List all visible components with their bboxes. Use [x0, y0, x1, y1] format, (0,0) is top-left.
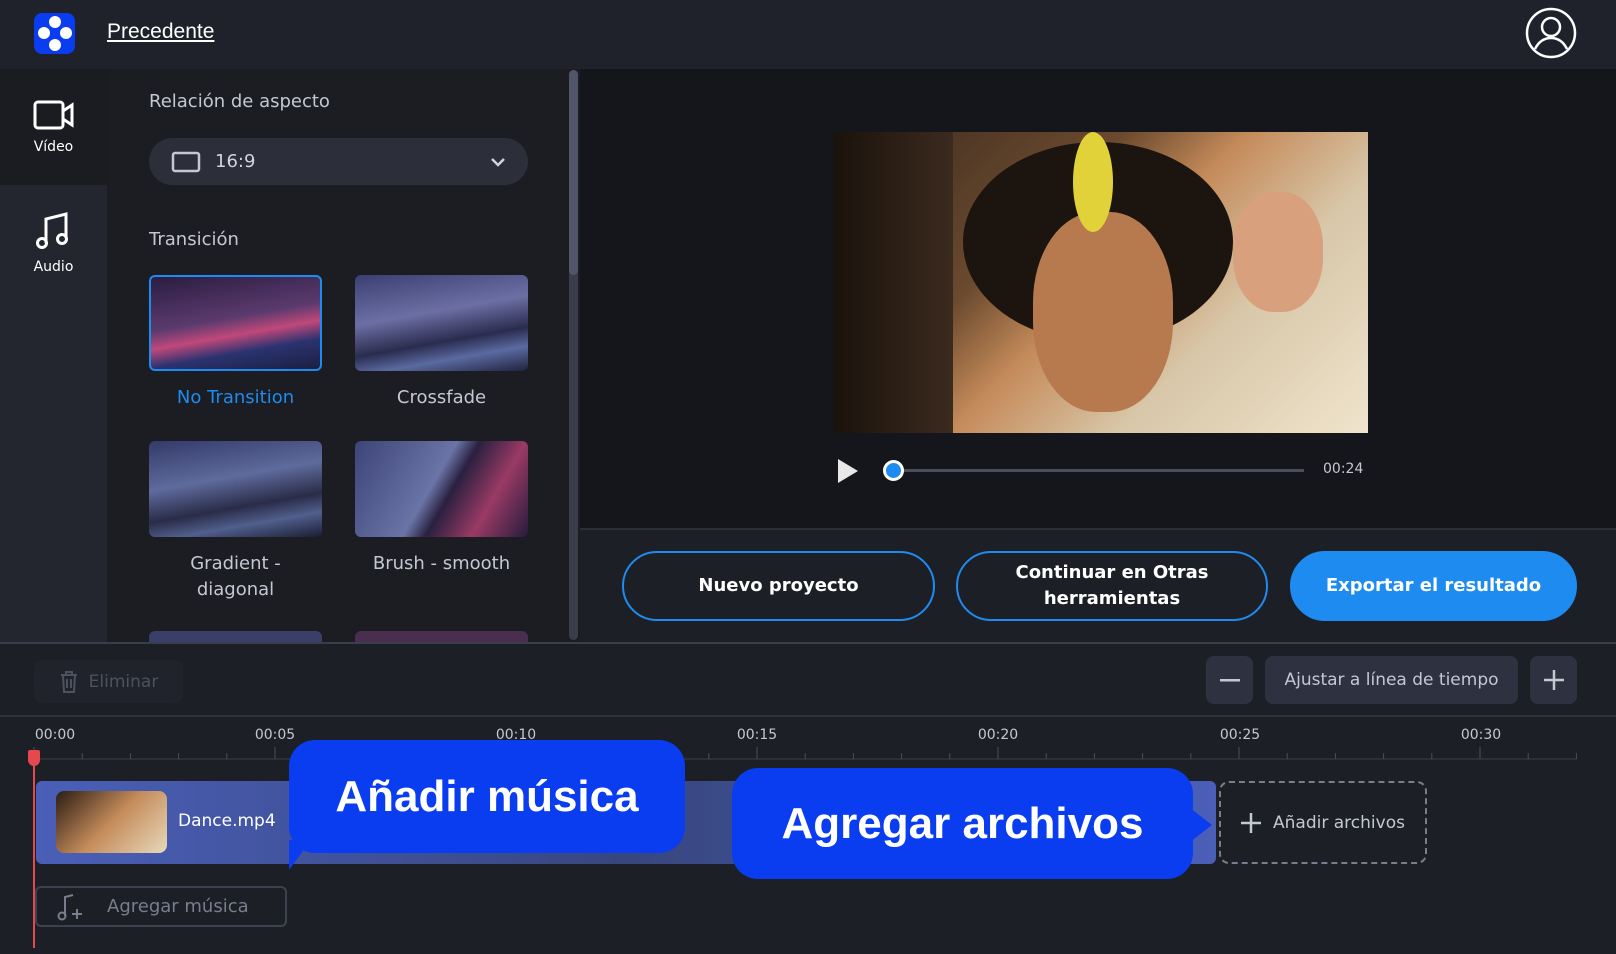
add-files-callout: Agregar archivos: [732, 768, 1193, 879]
transition-no-transition[interactable]: [149, 275, 322, 371]
nav-item-label: Vídeo: [33, 139, 74, 155]
plus-icon: [1241, 812, 1262, 833]
transition-label-brush-smooth: Brush - smooth: [372, 553, 511, 574]
music-add-icon: [57, 893, 82, 920]
ruler-label: 00:00: [34, 727, 76, 743]
ruler-label: 00:25: [1219, 727, 1261, 743]
back-link[interactable]: Precedente: [107, 20, 214, 44]
ruler-label: 00:30: [1460, 727, 1502, 743]
minus-icon: [1219, 679, 1240, 682]
aspect-ratio-label: Relación de aspecto: [149, 91, 330, 112]
transition-thumb-partial[interactable]: [149, 631, 322, 642]
user-avatar-icon[interactable]: [1525, 7, 1577, 59]
add-music-label: Agregar música: [107, 896, 249, 917]
seek-bar[interactable]: [893, 469, 1304, 472]
transition-thumb-partial[interactable]: [355, 631, 528, 642]
app-logo[interactable]: [34, 13, 75, 54]
new-project-button[interactable]: Nuevo proyecto: [622, 551, 935, 621]
transition-gradient-diagonal[interactable]: [149, 441, 322, 537]
duration-text: 00:24: [1323, 461, 1364, 477]
playhead-handle[interactable]: [28, 750, 40, 766]
ruler-label: 00:20: [977, 727, 1019, 743]
callout-tail: [1190, 808, 1212, 842]
seek-handle[interactable]: [883, 460, 904, 481]
chevron-down-icon: [491, 157, 505, 167]
zoom-out-button[interactable]: [1206, 656, 1253, 704]
timeline-ruler[interactable]: [0, 745, 1616, 761]
nav-item-label: Audio: [33, 259, 74, 275]
add-files-button[interactable]: Añadir archivos: [1219, 781, 1427, 864]
add-music-button[interactable]: Agregar música: [35, 886, 287, 927]
zoom-in-button[interactable]: [1530, 656, 1577, 704]
video-preview[interactable]: [833, 132, 1368, 433]
ruler-label: 00:05: [254, 727, 296, 743]
nav-item-audio[interactable]: Audio: [0, 185, 107, 301]
trash-icon: [60, 670, 77, 693]
settings-panel: Relación de aspecto 16:9 Transición No T…: [107, 69, 580, 642]
clip-name: Dance.mp4: [178, 811, 276, 831]
transition-label: Transición: [149, 229, 239, 250]
transition-brush-smooth[interactable]: [355, 441, 528, 537]
transition-crossfade[interactable]: [355, 275, 528, 371]
continue-other-tools-button[interactable]: Continuar en Otras herramientas: [956, 551, 1268, 621]
divider: [0, 715, 1616, 717]
clip-thumbnail: [56, 791, 167, 853]
aspect-rect-icon: [171, 151, 201, 172]
export-button[interactable]: Exportar el resultado: [1290, 551, 1577, 621]
play-icon[interactable]: [836, 457, 860, 485]
ruler-label: 00:15: [736, 727, 778, 743]
aspect-ratio-dropdown[interactable]: 16:9: [149, 138, 528, 185]
delete-button[interactable]: Eliminar: [34, 660, 183, 703]
aspect-ratio-value: 16:9: [215, 151, 256, 172]
plus-icon: [1543, 670, 1564, 690]
delete-label: Eliminar: [88, 671, 159, 692]
add-music-callout: Añadir música: [289, 740, 685, 853]
music-note-icon: [35, 212, 68, 249]
nav-item-video[interactable]: Vídeo: [0, 69, 107, 185]
side-nav: Vídeo Audio: [0, 69, 107, 642]
transition-label-no-transition: No Transition: [176, 387, 295, 408]
fit-timeline-button[interactable]: Ajustar a línea de tiempo: [1265, 656, 1518, 704]
transition-label-gradient-diagonal: Gradient - diagonal: [190, 553, 281, 600]
top-bar: Precedente: [0, 0, 1616, 69]
add-files-label: Añadir archivos: [1273, 812, 1405, 833]
playhead[interactable]: [33, 750, 35, 948]
transition-label-crossfade: Crossfade: [396, 387, 487, 408]
panel-scrollbar[interactable]: [569, 70, 578, 640]
video-camera-icon: [33, 100, 73, 130]
callout-tail: [289, 840, 311, 870]
